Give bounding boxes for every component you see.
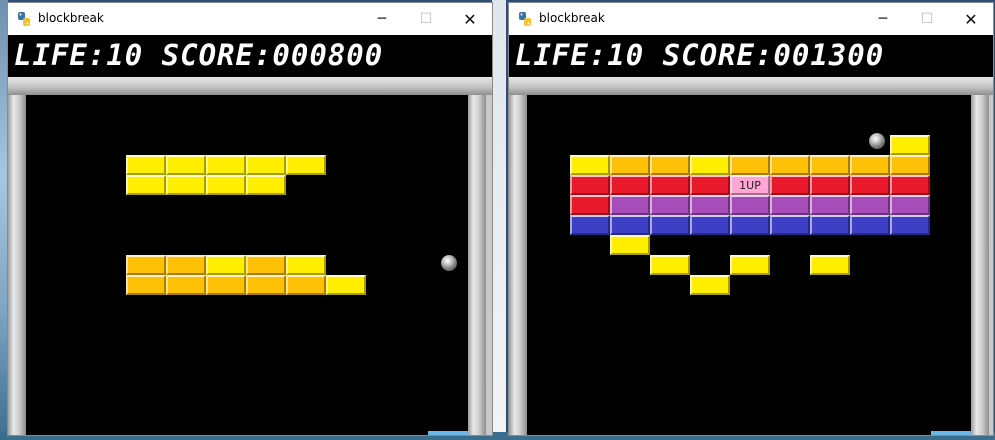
play-field[interactable]: 1UP xyxy=(527,95,971,435)
minimize-button[interactable]: ─ xyxy=(861,3,905,35)
brick xyxy=(126,255,166,275)
paddle[interactable] xyxy=(931,431,971,435)
brick xyxy=(730,215,770,235)
brick xyxy=(570,155,610,175)
brick xyxy=(246,255,286,275)
brick xyxy=(890,135,930,155)
window-title: blockbreak xyxy=(539,11,605,25)
ball xyxy=(869,133,885,149)
brick xyxy=(286,255,326,275)
brick xyxy=(810,155,850,175)
left-wall xyxy=(509,95,527,435)
brick xyxy=(690,215,730,235)
brick xyxy=(890,195,930,215)
brick xyxy=(810,195,850,215)
brick xyxy=(890,155,930,175)
brick xyxy=(730,195,770,215)
right-wall xyxy=(971,95,989,435)
title-bar[interactable]: blockbreak ─ ☐ ✕ xyxy=(509,3,993,35)
powerup-label: 1UP xyxy=(739,178,761,192)
brick xyxy=(850,175,890,195)
brick xyxy=(810,175,850,195)
paddle[interactable] xyxy=(428,431,468,435)
python-icon xyxy=(519,12,531,26)
game-window-2[interactable]: blockbreak ─ ☐ ✕ LIFE:10 SCORE:001300 1U… xyxy=(508,2,994,436)
brick xyxy=(690,195,730,215)
brick xyxy=(126,155,166,175)
brick xyxy=(126,175,166,195)
brick xyxy=(326,275,366,295)
brick xyxy=(206,175,246,195)
ball xyxy=(441,255,457,271)
brick xyxy=(650,175,690,195)
brick xyxy=(166,275,206,295)
minimize-button[interactable]: ─ xyxy=(360,3,404,35)
brick xyxy=(690,155,730,175)
title-bar[interactable]: blockbreak ─ ☐ ✕ xyxy=(8,3,492,35)
python-icon xyxy=(18,12,30,26)
brick xyxy=(610,155,650,175)
brick xyxy=(570,175,610,195)
left-wall xyxy=(8,95,26,435)
brick xyxy=(610,195,650,215)
brick xyxy=(850,195,890,215)
play-field[interactable] xyxy=(26,95,468,435)
top-wall xyxy=(8,77,492,95)
brick xyxy=(126,275,166,295)
desktop-gap xyxy=(492,0,506,440)
brick xyxy=(890,215,930,235)
powerup-brick: 1UP xyxy=(730,175,770,195)
brick xyxy=(650,255,690,275)
brick xyxy=(166,155,206,175)
brick xyxy=(770,215,810,235)
brick xyxy=(730,255,770,275)
brick xyxy=(286,275,326,295)
brick xyxy=(690,275,730,295)
life-score-readout: LIFE:10 SCORE:001300 xyxy=(515,38,885,72)
brick xyxy=(770,155,810,175)
brick xyxy=(570,215,610,235)
top-wall xyxy=(509,77,993,95)
brick xyxy=(246,175,286,195)
brick xyxy=(890,175,930,195)
maximize-button[interactable]: ☐ xyxy=(404,3,448,35)
brick xyxy=(570,195,610,215)
brick xyxy=(246,155,286,175)
brick xyxy=(850,155,890,175)
brick xyxy=(286,155,326,175)
brick xyxy=(810,215,850,235)
brick xyxy=(610,175,650,195)
brick xyxy=(690,175,730,195)
brick xyxy=(650,155,690,175)
brick xyxy=(610,235,650,255)
close-button[interactable]: ✕ xyxy=(949,3,993,35)
brick xyxy=(166,255,206,275)
brick xyxy=(650,215,690,235)
brick xyxy=(610,215,650,235)
life-score-readout: LIFE:10 SCORE:000800 xyxy=(14,38,384,72)
brick xyxy=(206,275,246,295)
brick xyxy=(770,195,810,215)
maximize-button[interactable]: ☐ xyxy=(905,3,949,35)
brick xyxy=(810,255,850,275)
brick xyxy=(850,215,890,235)
brick xyxy=(206,155,246,175)
hud-bar: LIFE:10 SCORE:001300 xyxy=(509,35,993,77)
brick xyxy=(650,195,690,215)
right-wall xyxy=(468,95,486,435)
brick xyxy=(246,275,286,295)
window-title: blockbreak xyxy=(38,11,104,25)
brick xyxy=(206,255,246,275)
brick xyxy=(730,155,770,175)
brick xyxy=(770,175,810,195)
brick xyxy=(166,175,206,195)
hud-bar: LIFE:10 SCORE:000800 xyxy=(8,35,492,77)
close-button[interactable]: ✕ xyxy=(448,3,492,35)
game-window-1[interactable]: blockbreak ─ ☐ ✕ LIFE:10 SCORE:000800 xyxy=(7,2,493,436)
